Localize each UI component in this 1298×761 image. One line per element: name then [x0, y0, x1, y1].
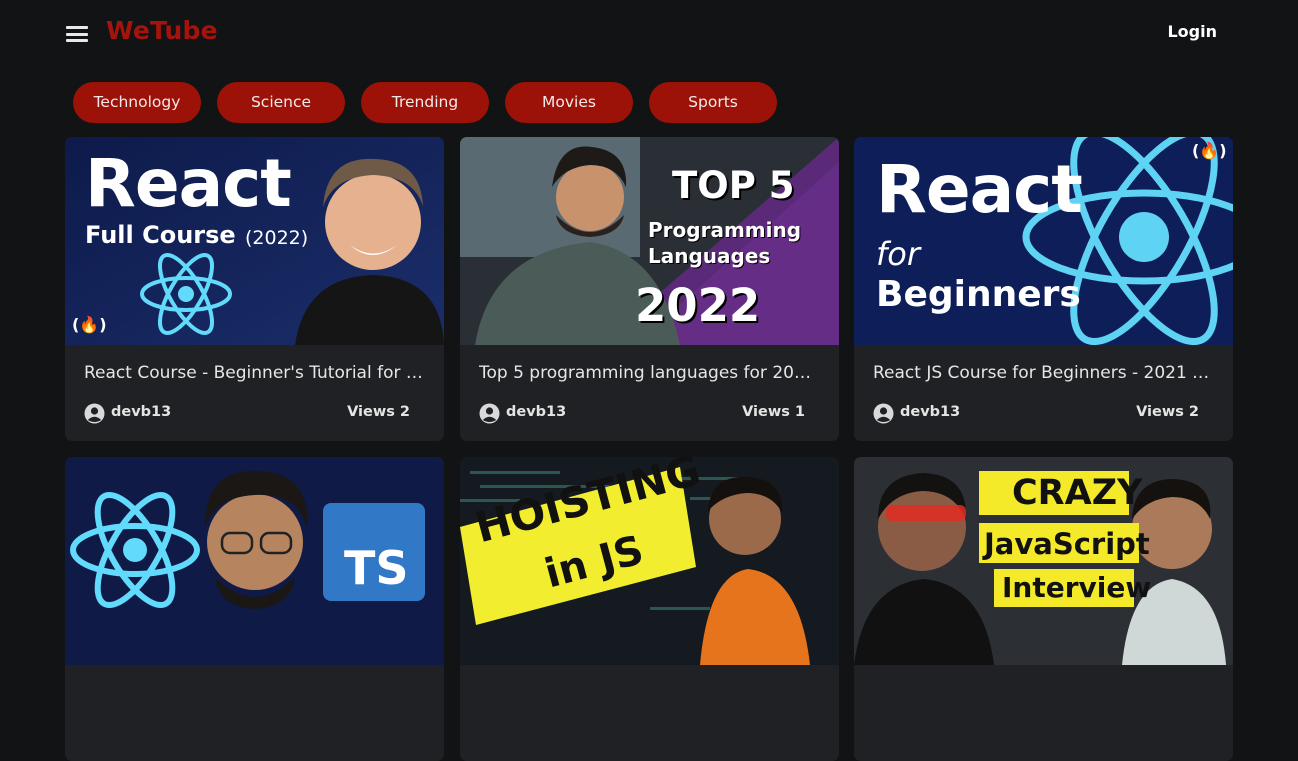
video-thumbnail[interactable]: React for Beginners (🔥): [854, 137, 1233, 345]
video-card[interactable]: React for Beginners (🔥) React JS Course …: [854, 137, 1233, 441]
video-meta: devb13 Views 2: [873, 401, 1199, 425]
thumb-subheading: JavaScript: [984, 527, 1150, 561]
video-thumbnail[interactable]: HOISTING in JS: [460, 457, 839, 665]
user-circle-icon: [479, 403, 500, 424]
chip-science[interactable]: Science: [217, 82, 345, 123]
video-title[interactable]: React Course - Beginner's Tutorial for …: [84, 363, 429, 383]
login-button[interactable]: Login: [1167, 22, 1217, 41]
video-card[interactable]: CRAZY JavaScript Interview: [854, 457, 1233, 761]
video-thumbnail[interactable]: CRAZY JavaScript Interview: [854, 457, 1233, 665]
chip-movies[interactable]: Movies: [505, 82, 633, 123]
channel-name[interactable]: devb13: [900, 404, 960, 420]
video-card[interactable]: TS: [65, 457, 444, 761]
video-card[interactable]: HOISTING in JS: [460, 457, 839, 761]
chip-trending[interactable]: Trending: [361, 82, 489, 123]
thumb-year: 2022: [635, 279, 761, 332]
thumb-subheading: for: [876, 235, 920, 273]
brand-logo[interactable]: WeTube: [106, 16, 218, 45]
thumb-subheading-2: Beginners: [876, 274, 1081, 315]
view-count: Views 1: [742, 404, 805, 420]
video-title[interactable]: React JS Course for Beginners - 2021 …: [873, 363, 1218, 383]
video-thumbnail[interactable]: TS: [65, 457, 444, 665]
video-title[interactable]: Top 5 programming languages for 20…: [479, 363, 824, 383]
video-meta: devb13 Views 1: [479, 401, 805, 425]
view-count: Views 2: [347, 404, 410, 420]
thumb-heading: React: [85, 145, 292, 222]
thumb-subheading: Programming: [648, 218, 802, 242]
thumb-subheading: Full Course: [85, 221, 236, 249]
user-circle-icon: [873, 403, 894, 424]
thumb-heading: TOP 5: [672, 164, 795, 207]
thumb-heading: CRAZY: [1012, 473, 1143, 513]
chip-sports[interactable]: Sports: [649, 82, 777, 123]
video-card[interactable]: TOP 5 Programming Languages 2022 Top 5 p…: [460, 137, 839, 441]
thumb-ts-badge: TS: [344, 541, 409, 595]
video-thumbnail[interactable]: TOP 5 Programming Languages 2022: [460, 137, 839, 345]
thumb-subheading-2: Interview: [1002, 571, 1152, 604]
chip-technology[interactable]: Technology: [73, 82, 201, 123]
top-bar: WeTube Login: [0, 0, 1298, 66]
thumb-subheading-2: Languages: [648, 244, 771, 268]
channel-name[interactable]: devb13: [506, 404, 566, 420]
view-count: Views 2: [1136, 404, 1199, 420]
video-card[interactable]: React Full Course (2022) (🔥) React Cours…: [65, 137, 444, 441]
video-thumbnail[interactable]: React Full Course (2022) (🔥): [65, 137, 444, 345]
thumb-year: (2022): [245, 227, 309, 249]
thumb-heading: React: [876, 151, 1083, 228]
menu-icon[interactable]: [66, 24, 88, 44]
channel-name[interactable]: devb13: [111, 404, 171, 420]
video-meta: devb13 Views 2: [84, 401, 410, 425]
thumb-badge: (🔥): [72, 315, 107, 334]
thumb-badge: (🔥): [1192, 141, 1227, 160]
user-circle-icon: [84, 403, 105, 424]
